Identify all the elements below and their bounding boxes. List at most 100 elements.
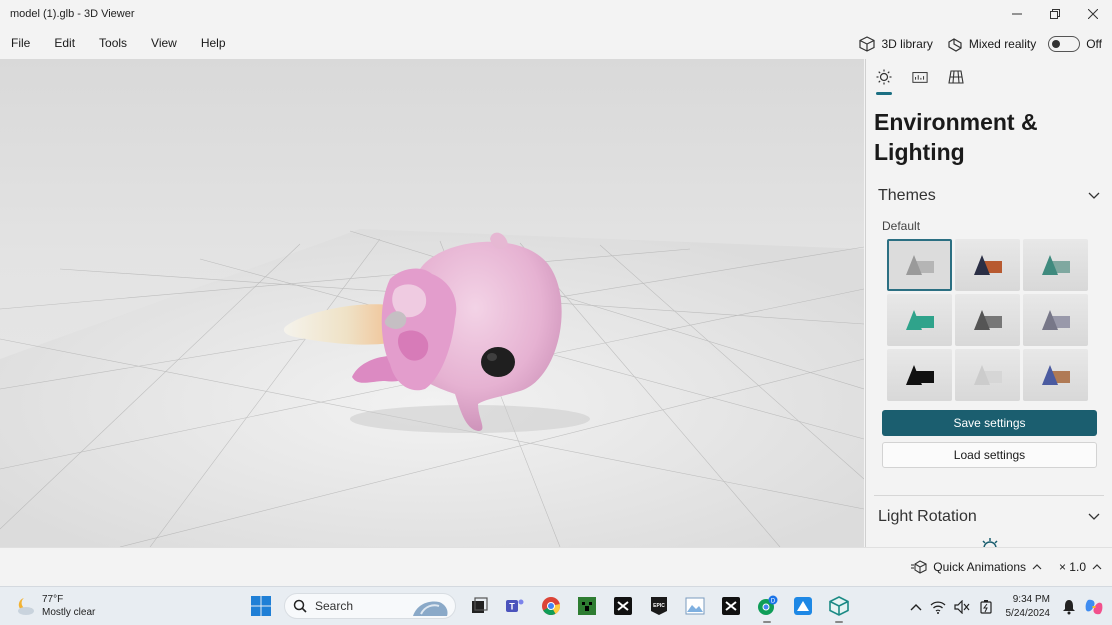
epic-games-icon: EPIC <box>651 597 667 615</box>
menu-edit[interactable]: Edit <box>42 28 87 59</box>
tab-grid[interactable] <box>948 69 964 95</box>
moon-cloud-icon <box>18 598 34 615</box>
default-label: Default <box>882 219 921 233</box>
minimize-icon <box>1012 13 1022 14</box>
scene-canvas[interactable] <box>0 59 864 547</box>
window-title: model (1).glb - 3D Viewer <box>10 7 135 20</box>
quick-animations-label: Quick Animations <box>933 560 1026 574</box>
theme-grid <box>866 235 1112 401</box>
theme-option[interactable] <box>887 239 952 291</box>
theme-preview-icon <box>1041 310 1070 330</box>
tab-stats[interactable] <box>912 69 928 95</box>
restore-button[interactable] <box>1036 0 1074 27</box>
svg-text:T: T <box>509 602 515 612</box>
minecraft-app[interactable] <box>574 593 600 619</box>
wifi-icon[interactable] <box>930 600 946 614</box>
theme-option[interactable] <box>955 349 1020 401</box>
search-highlight-icon <box>413 601 448 616</box>
photos-app[interactable] <box>682 593 708 619</box>
save-settings-button[interactable]: Save settings <box>882 410 1097 436</box>
menu-view[interactable]: View <box>139 28 189 59</box>
paint-app[interactable] <box>790 593 816 619</box>
theme-option[interactable] <box>955 239 1020 291</box>
light-rotation-header[interactable]: Light Rotation <box>866 502 1112 532</box>
light-rotation-control[interactable] <box>866 532 1112 547</box>
bell-icon[interactable] <box>1062 599 1076 615</box>
restore-icon <box>1050 8 1060 19</box>
menu-tools[interactable]: Tools <box>87 28 139 59</box>
theme-option[interactable] <box>887 349 952 401</box>
search-placeholder: Search <box>315 599 354 613</box>
3d-viewer-icon <box>829 596 849 616</box>
speed-label: × 1.0 <box>1058 560 1086 574</box>
theme-preview-icon <box>973 310 1002 330</box>
tab-environment[interactable] <box>876 69 892 95</box>
theme-preview-icon <box>1041 365 1070 385</box>
clock[interactable]: 9:34 PM 5/24/2024 <box>1002 593 1055 621</box>
clock-time: 9:34 PM <box>1012 593 1050 605</box>
close-button[interactable] <box>1074 0 1112 27</box>
theme-preview-icon <box>973 255 1002 275</box>
chevron-down-icon <box>1088 192 1100 199</box>
animation-icon <box>911 560 927 574</box>
theme-option[interactable] <box>955 294 1020 346</box>
chrome-icon <box>542 597 561 616</box>
theme-preview-icon <box>905 255 934 275</box>
copilot-icon[interactable] <box>1084 597 1104 617</box>
theme-option[interactable] <box>1023 349 1088 401</box>
3d-library-label: 3D library <box>881 36 933 51</box>
status-bar: Quick Animations × 1.0 <box>0 547 1112 585</box>
profile-badge: D <box>771 599 776 605</box>
capcut-app-2[interactable] <box>718 593 744 619</box>
mixed-reality-button[interactable]: Mixed reality Off <box>943 35 1106 52</box>
load-settings-button[interactable]: Load settings <box>882 442 1097 468</box>
capcut-icon <box>722 597 740 615</box>
teams-app[interactable]: T <box>502 593 528 619</box>
playback-speed-button[interactable]: × 1.0 <box>1059 560 1102 574</box>
task-view-icon <box>472 597 488 613</box>
light-sun-icon <box>982 538 998 547</box>
3d-viewer-app[interactable] <box>826 593 852 623</box>
chevron-up-icon[interactable] <box>910 603 922 611</box>
taskbar: 77°F Mostly clear Search T EPIC D 9:34 P… <box>0 586 1112 625</box>
menu-help[interactable]: Help <box>189 28 238 59</box>
minimize-button[interactable] <box>998 0 1036 27</box>
sun-icon <box>876 69 892 85</box>
grid-icon <box>948 70 964 84</box>
side-panel: Environment & Lighting Themes Default Sa… <box>865 59 1112 547</box>
chrome-profile-icon: D <box>758 595 778 615</box>
volume-muted-icon[interactable] <box>953 599 970 614</box>
paint-icon <box>794 597 812 615</box>
theme-option[interactable] <box>887 294 952 346</box>
weather-widget[interactable]: 77°F Mostly clear <box>14 593 95 619</box>
epic-games-app[interactable]: EPIC <box>646 593 672 619</box>
3d-library-button[interactable]: 3D library <box>855 35 936 52</box>
mixed-reality-icon <box>948 37 962 52</box>
chrome-profile-app[interactable]: D <box>754 593 780 623</box>
theme-option[interactable] <box>1023 294 1088 346</box>
theme-option[interactable] <box>1023 239 1088 291</box>
chevron-up-icon <box>1032 564 1042 570</box>
battery-icon[interactable] <box>978 599 994 614</box>
menu-file[interactable]: File <box>0 28 42 59</box>
chevron-down-icon <box>1088 513 1100 520</box>
model-eye <box>481 347 515 377</box>
task-view-button[interactable] <box>466 593 492 619</box>
themes-section-header[interactable]: Themes <box>866 181 1112 211</box>
photos-icon <box>685 597 705 615</box>
search-icon <box>293 599 307 613</box>
chrome-app[interactable] <box>538 593 564 619</box>
capcut-app[interactable] <box>610 593 636 619</box>
start-button[interactable] <box>248 593 274 619</box>
chevron-up-icon <box>1092 564 1102 570</box>
menu-bar: File Edit Tools View Help 3D library Mix… <box>0 28 1112 59</box>
3d-viewport[interactable] <box>0 59 864 547</box>
taskbar-search[interactable]: Search <box>284 593 456 619</box>
theme-preview-icon <box>905 310 934 330</box>
teams-icon: T <box>506 599 524 612</box>
mixed-reality-toggle[interactable] <box>1048 35 1081 52</box>
themes-label: Themes <box>878 187 936 204</box>
quick-animations-button[interactable]: Quick Animations <box>911 560 1042 574</box>
theme-preview-icon <box>973 365 1002 385</box>
capcut-icon <box>614 597 632 615</box>
